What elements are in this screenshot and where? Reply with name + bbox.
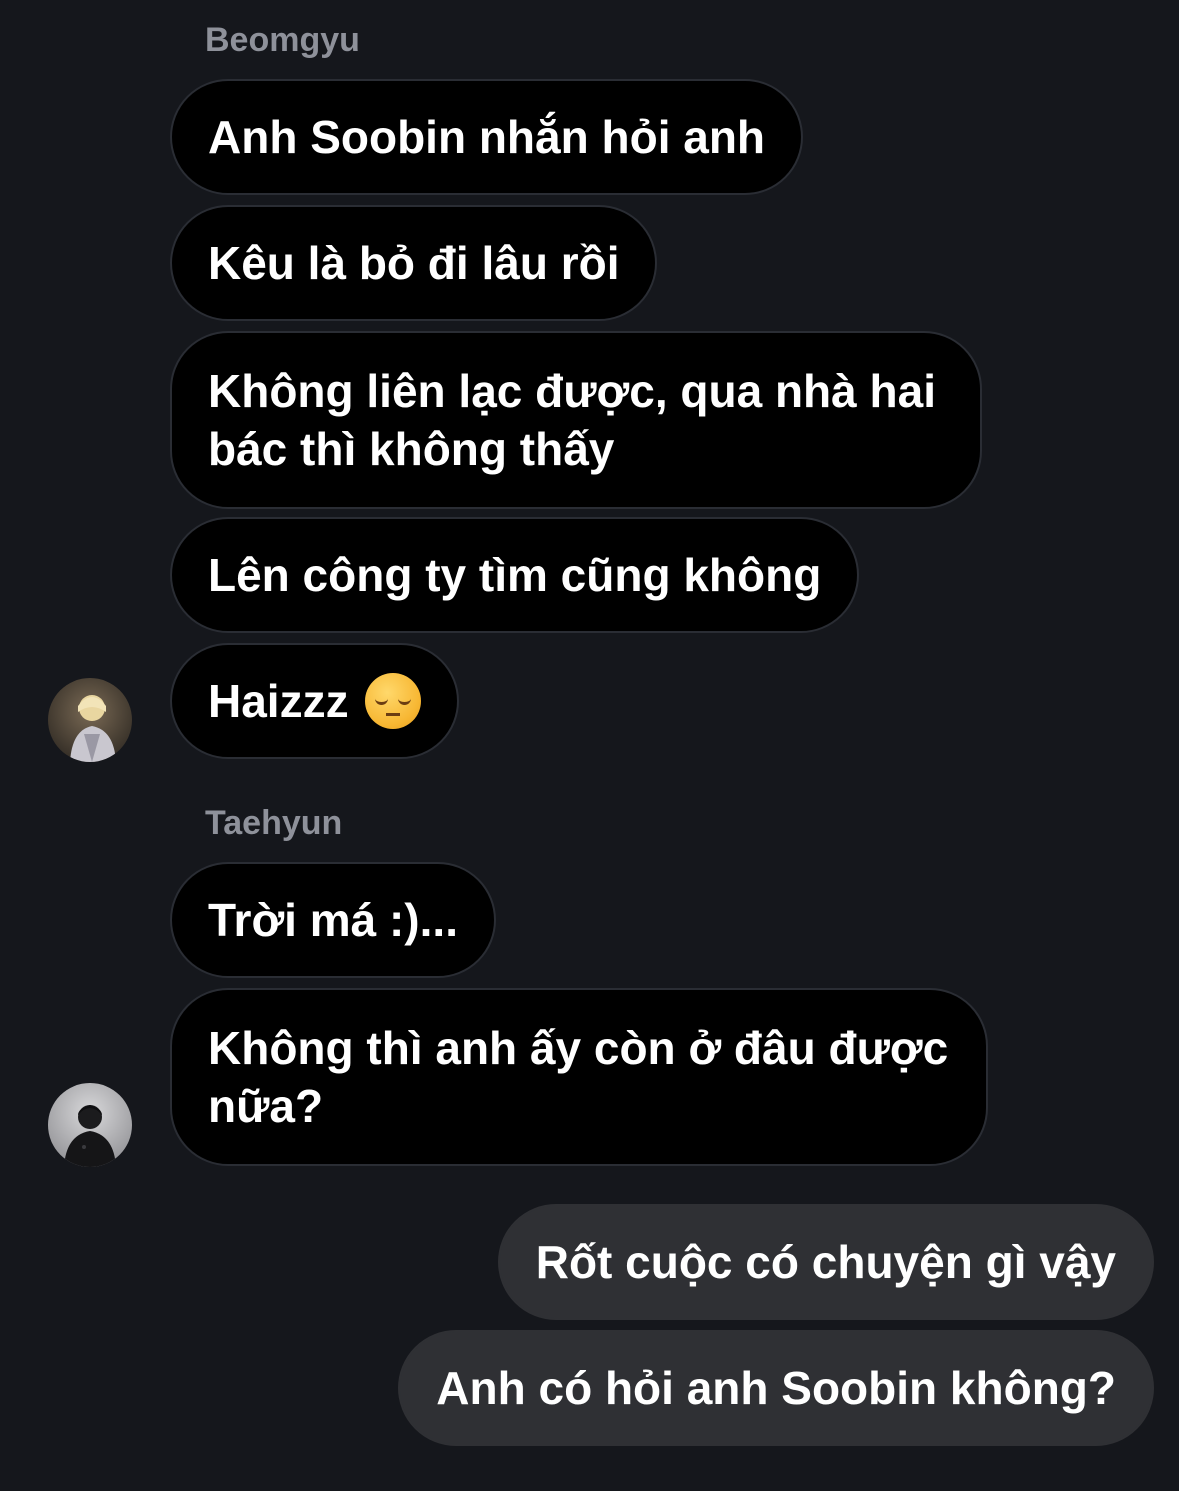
message-bubble[interactable]: Lên công ty tìm cũng không (170, 517, 860, 633)
pensive-face-icon (364, 673, 421, 729)
message-text: Anh có hỏi anh Soobin không? (436, 1362, 1116, 1414)
message-text: Haizzz (208, 675, 349, 727)
message-text: Trời má :)... (208, 894, 458, 946)
sender-name-beomgyu: Beomgyu (205, 21, 360, 59)
sender-name-taehyun: Taehyun (205, 804, 343, 842)
user-avatar-beomgyu[interactable] (48, 678, 132, 762)
message-bubble[interactable]: Kêu là bỏ đi lâu rồi (170, 205, 658, 321)
message-bubble[interactable]: Không liên lạc được, qua nhà hai bác thì… (170, 331, 982, 509)
message-text: Lên công ty tìm cũng không (208, 549, 822, 601)
message-bubble-outgoing[interactable]: Rốt cuộc có chuyện gì vậy (497, 1204, 1154, 1320)
message-text: Anh Soobin nhắn hỏi anh (208, 111, 766, 163)
message-bubble[interactable]: Không thì anh ấy còn ở đâu được nữa? (170, 988, 988, 1166)
message-bubble[interactable]: Trời má :)... (170, 862, 496, 978)
message-bubble[interactable]: Haizzz (170, 643, 459, 759)
message-text: Rốt cuộc có chuyện gì vậy (535, 1236, 1116, 1288)
message-text: Không liên lạc được, qua nhà hai bác thì… (208, 365, 936, 475)
message-text: Kêu là bỏ đi lâu rồi (208, 237, 620, 289)
user-avatar-taehyun[interactable] (48, 1083, 132, 1167)
message-bubble[interactable]: Anh Soobin nhắn hỏi anh (170, 79, 804, 195)
message-text: Không thì anh ấy còn ở đâu được nữa? (208, 1022, 949, 1132)
message-bubble-outgoing[interactable]: Anh có hỏi anh Soobin không? (398, 1330, 1154, 1446)
